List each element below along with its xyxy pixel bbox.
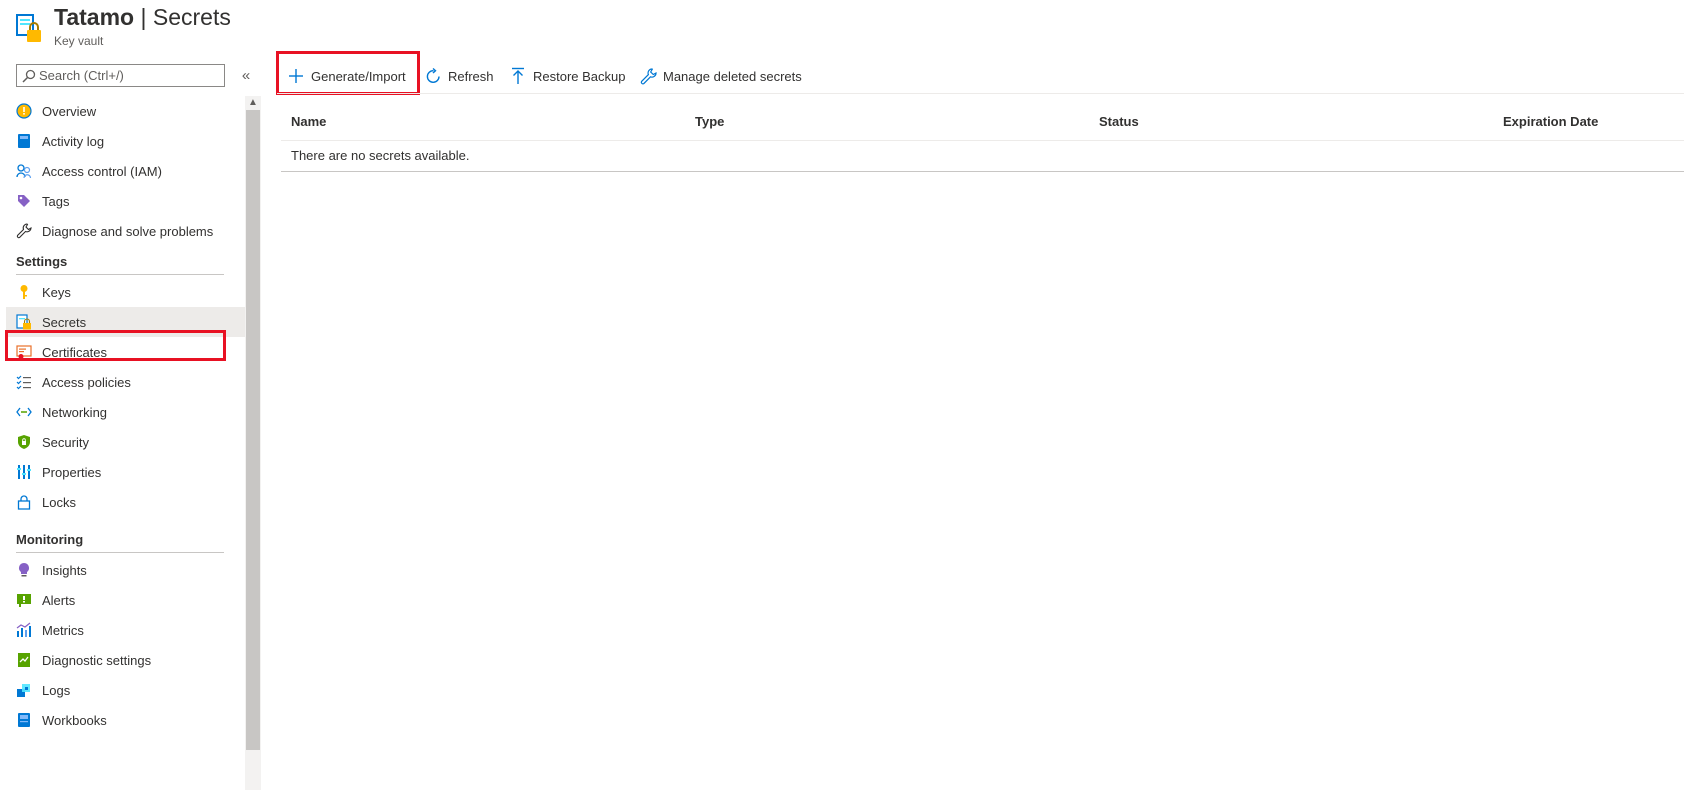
sidebar-item-overview[interactable]: Overview <box>6 96 245 126</box>
collapse-sidebar-button[interactable]: « <box>238 66 254 86</box>
column-header-status[interactable]: Status <box>1099 114 1139 129</box>
resource-name: Tatamo <box>54 4 135 30</box>
search-box[interactable] <box>16 64 225 87</box>
sidebar-item-properties[interactable]: Properties <box>6 457 245 487</box>
sidebar-item-tags[interactable]: Tags <box>6 186 245 216</box>
generate-import-label: Generate/Import <box>311 68 406 84</box>
sidebar-item-label: Secrets <box>42 314 87 330</box>
sidebar-item-label: Diagnostic settings <box>42 652 152 668</box>
page-name: Secrets <box>152 4 231 30</box>
plus-icon <box>287 67 305 85</box>
sidebar-item-label: Security <box>42 434 89 450</box>
sidebar-item-label: Diagnose and solve problems <box>42 223 214 239</box>
command-bar-divider <box>277 93 1684 94</box>
sidebar-item-access-control[interactable]: Access control (IAM) <box>6 156 245 186</box>
sidebar-item-label: Alerts <box>42 592 76 608</box>
iam-icon <box>16 163 32 179</box>
sidebar-item-alerts[interactable]: Alerts <box>6 585 245 615</box>
shield-icon <box>16 434 32 450</box>
access-policies-icon <box>16 374 32 390</box>
sidebar-item-label: Overview <box>42 103 97 119</box>
sidebar-item-label: Properties <box>42 464 102 480</box>
section-title-monitoring: Monitoring <box>16 532 84 547</box>
sidebar-item-access-policies[interactable]: Access policies <box>6 367 245 397</box>
sidebar-item-networking[interactable]: Networking <box>6 397 245 427</box>
manage-deleted-secrets-button[interactable]: Manage deleted secrets <box>639 56 802 96</box>
wrench-icon <box>16 223 32 239</box>
sidebar-item-security[interactable]: Security <box>6 427 245 457</box>
sidebar-item-label: Certificates <box>42 344 108 360</box>
sidebar-scrollbar[interactable]: ▲ <box>245 96 261 790</box>
sidebar-item-diagnose[interactable]: Diagnose and solve problems <box>6 216 245 246</box>
sidebar-item-logs[interactable]: Logs <box>6 675 245 705</box>
diagnostic-settings-icon <box>16 652 32 668</box>
column-header-type[interactable]: Type <box>695 114 724 129</box>
sidebar-item-label: Networking <box>42 404 108 420</box>
sidebar-item-label: Insights <box>42 562 87 578</box>
section-title-settings: Settings <box>16 254 68 269</box>
page-title: Tatamo | Secrets <box>54 4 231 31</box>
sidebar-item-activity-log[interactable]: Activity log <box>6 126 245 156</box>
sidebar-item-secrets[interactable]: Secrets <box>6 307 245 337</box>
restore-backup-button[interactable]: Restore Backup <box>509 56 626 96</box>
refresh-label: Refresh <box>448 68 494 84</box>
search-icon <box>22 69 36 83</box>
wrench-icon <box>639 67 657 85</box>
sidebar-item-workbooks[interactable]: Workbooks <box>6 705 245 735</box>
networking-icon <box>16 404 32 420</box>
secrets-table-header: Name Type Status Expiration Date <box>281 108 1684 141</box>
sidebar-item-metrics[interactable]: Metrics <box>6 615 245 645</box>
secret-icon <box>16 314 32 330</box>
insights-icon <box>16 562 32 578</box>
title-separator: | <box>140 4 147 30</box>
sidebar-item-label: Tags <box>42 193 70 209</box>
workbooks-icon <box>16 712 32 728</box>
sidebar-nav: Overview Activity log Access control (IA… <box>0 96 245 790</box>
sidebar-item-label: Keys <box>42 284 71 300</box>
sidebar-item-label: Access control (IAM) <box>42 163 162 179</box>
resource-type: Key vault <box>54 34 104 48</box>
refresh-button[interactable]: Refresh <box>424 56 494 96</box>
upload-arrow-icon <box>509 67 527 85</box>
sidebar-item-keys[interactable]: Keys <box>6 277 245 307</box>
sidebar-item-label: Access policies <box>42 374 131 390</box>
column-header-expiration-date[interactable]: Expiration Date <box>1503 114 1598 129</box>
certificate-icon <box>16 344 32 360</box>
metrics-icon <box>16 622 32 638</box>
lock-icon <box>16 494 32 510</box>
column-header-name[interactable]: Name <box>291 114 326 129</box>
table-empty-row: There are no secrets available. <box>281 141 1684 172</box>
section-divider <box>16 274 224 275</box>
sidebar-item-insights[interactable]: Insights <box>6 555 245 585</box>
key-icon <box>16 284 32 300</box>
sidebar-item-label: Activity log <box>42 133 105 149</box>
search-input[interactable] <box>39 66 219 85</box>
generate-import-button[interactable]: Generate/Import <box>287 56 406 96</box>
alerts-icon <box>16 592 32 608</box>
properties-icon <box>16 464 32 480</box>
sidebar-item-label: Workbooks <box>42 712 107 728</box>
section-divider <box>16 552 224 553</box>
scroll-up-arrow-icon[interactable]: ▲ <box>245 96 261 110</box>
restore-backup-label: Restore Backup <box>533 68 626 84</box>
logs-icon <box>16 682 32 698</box>
sidebar-item-label: Metrics <box>42 622 84 638</box>
sidebar-item-certificates[interactable]: Certificates <box>6 337 245 367</box>
sidebar-item-diagnostic-settings[interactable]: Diagnostic settings <box>6 645 245 675</box>
sidebar-item-label: Logs <box>42 682 71 698</box>
manage-deleted-secrets-label: Manage deleted secrets <box>663 68 802 84</box>
key-vault-icon <box>16 14 41 42</box>
tag-icon <box>16 193 32 209</box>
empty-message: There are no secrets available. <box>291 148 470 163</box>
scroll-thumb[interactable] <box>246 110 260 750</box>
refresh-icon <box>424 67 442 85</box>
sidebar-item-label: Locks <box>42 494 76 510</box>
activity-log-icon <box>16 133 32 149</box>
overview-icon <box>16 103 32 119</box>
sidebar-item-locks[interactable]: Locks <box>6 487 245 517</box>
